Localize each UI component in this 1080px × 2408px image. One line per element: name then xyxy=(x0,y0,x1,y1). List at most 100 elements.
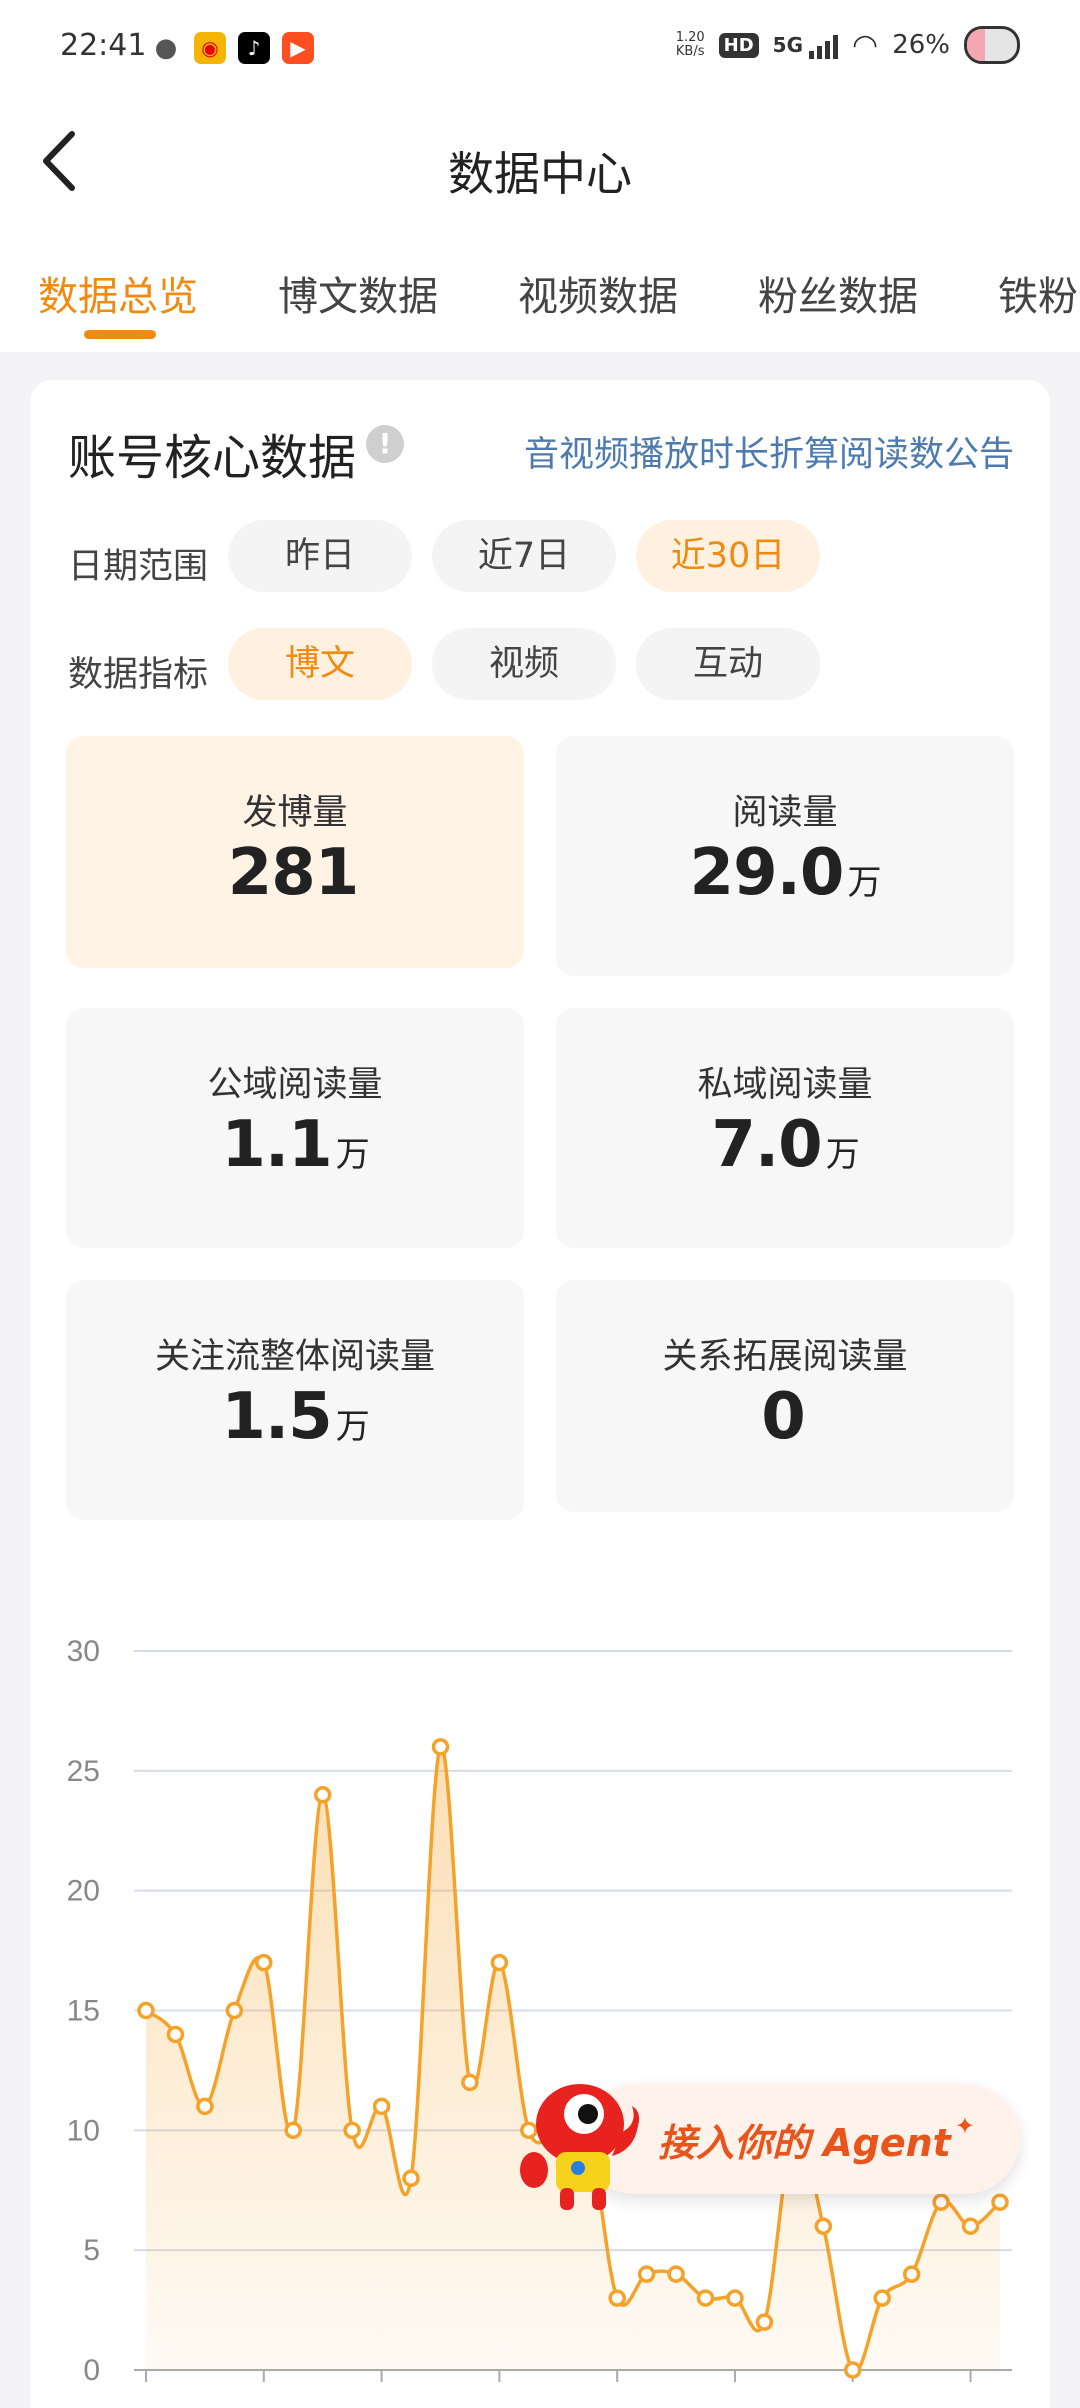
data-point xyxy=(372,2097,391,2116)
stat-unit: 万 xyxy=(847,863,881,903)
network-speed: 1.20 KB/s xyxy=(676,31,705,59)
trend-chart-svg: 0 5 10 15 20 25 30 xyxy=(67,1635,1012,2387)
date-7days-option[interactable]: 近7日 xyxy=(432,520,616,592)
data-point xyxy=(726,2289,744,2307)
mascot-icon xyxy=(520,2084,640,2210)
stat-number: 29.0 xyxy=(689,836,845,910)
data-point xyxy=(461,2073,479,2092)
data-point xyxy=(667,2265,685,2283)
stat-label: 关注流整体阅读量 xyxy=(154,1337,435,1377)
y-tick-label: 20 xyxy=(67,1875,100,1908)
data-point xyxy=(255,1953,273,1972)
app-header: 数据中心 xyxy=(0,100,1080,230)
stat-label: 阅读量 xyxy=(732,793,838,833)
kuaishou-icon: ▶ xyxy=(282,32,314,64)
data-point xyxy=(755,2313,774,2331)
page-title: 数据中心 xyxy=(448,147,632,201)
data-point xyxy=(873,2289,891,2307)
sparkle-icon: ✦ xyxy=(954,2112,975,2140)
tiktok-icon: ♪ xyxy=(238,32,270,64)
data-point xyxy=(814,2217,833,2235)
network-speed-unit: KB/s xyxy=(675,44,705,59)
data-point xyxy=(196,2097,214,2116)
stat-value: 1.1 万 xyxy=(66,1108,524,1182)
tab-overview[interactable]: 数据总览 xyxy=(38,264,198,322)
network-speed-value: 1.20 xyxy=(675,30,705,45)
stat-unit: 万 xyxy=(825,1135,860,1175)
series-area xyxy=(146,1746,1000,2372)
stat-number: 1.5 xyxy=(221,1380,332,1454)
stat-tile-relation-reads[interactable]: 关系拓展阅读量 0 xyxy=(556,1280,1014,1512)
stat-label: 发博量 xyxy=(242,793,348,833)
battery-level: 26% xyxy=(892,30,950,60)
data-point xyxy=(961,2217,980,2235)
stat-number: 7.0 xyxy=(711,1108,822,1182)
notification-icons: ● ◉ ♪ ▶ xyxy=(150,32,314,64)
info-icon[interactable]: ! xyxy=(366,425,404,463)
stat-tile-reads[interactable]: 阅读量 29.0 万 xyxy=(556,736,1014,976)
data-point xyxy=(402,2169,420,2188)
card-title: 账号核心数据 xyxy=(68,430,357,486)
wifi-icon: ◠ xyxy=(852,27,879,63)
date-range-label: 日期范围 xyxy=(68,547,209,587)
stat-value: 29.0 万 xyxy=(556,836,1014,910)
signal-icon xyxy=(809,31,839,59)
stat-tile-private-reads[interactable]: 私域阅读量 7.0 万 xyxy=(556,1008,1014,1248)
stat-label: 私域阅读量 xyxy=(697,1065,873,1105)
stat-unit: 万 xyxy=(335,1135,370,1175)
data-point xyxy=(313,1786,332,1804)
stat-value: 281 xyxy=(66,836,524,910)
stat-label: 公域阅读量 xyxy=(207,1065,383,1105)
y-tick-label: 15 xyxy=(67,1995,100,2028)
data-point xyxy=(343,2121,361,2140)
data-point xyxy=(637,2265,656,2283)
metric-posts-option[interactable]: 博文 xyxy=(228,628,412,700)
data-point xyxy=(137,2001,155,2020)
playback-notice-link[interactable]: 音视频播放时长折算阅读数公告 xyxy=(524,426,1014,477)
date-yesterday-option[interactable]: 昨日 xyxy=(228,520,412,592)
y-tick-label: 5 xyxy=(83,2234,100,2267)
battery-icon xyxy=(964,26,1020,64)
y-tick-label: 30 xyxy=(67,1635,100,1668)
stat-number: 0 xyxy=(761,1380,806,1454)
data-point xyxy=(490,1953,509,1972)
y-tick-label: 10 xyxy=(67,2114,100,2147)
tab-iron-fans[interactable]: 铁粉数据 xyxy=(998,264,1080,322)
stat-tile-posts[interactable]: 发博量 281 xyxy=(66,736,524,968)
wechat-icon: ● xyxy=(150,32,182,64)
data-point xyxy=(166,2025,185,2044)
trend-chart: 0 5 10 15 20 25 30 xyxy=(30,1590,1050,2408)
tab-posts[interactable]: 博文数据 xyxy=(278,264,438,322)
agent-label-text: 接入你的 Agent xyxy=(658,2121,951,2165)
tab-bar: 数据总览 博文数据 视频数据 粉丝数据 铁粉数据 xyxy=(0,250,1080,350)
stat-number: 1.1 xyxy=(221,1108,332,1182)
stat-number: 281 xyxy=(227,836,360,910)
hd-icon: HD xyxy=(718,32,759,58)
tab-fans[interactable]: 粉丝数据 xyxy=(758,264,918,322)
tab-indicator xyxy=(84,330,156,339)
stat-value: 1.5 万 xyxy=(66,1380,524,1454)
data-point xyxy=(844,2361,862,2379)
network-type: 5G xyxy=(772,33,804,57)
stat-label: 关系拓展阅读量 xyxy=(662,1337,908,1377)
stat-unit: 万 xyxy=(335,1407,370,1447)
metric-label: 数据指标 xyxy=(68,655,209,695)
data-point xyxy=(902,2265,921,2283)
y-tick-label: 0 xyxy=(83,2354,100,2387)
y-tick-label: 25 xyxy=(67,1755,100,1788)
date-30days-option[interactable]: 近30日 xyxy=(636,520,820,592)
agent-entry-button[interactable]: 接入你的 Agent ✦ xyxy=(520,2066,1020,2216)
data-point xyxy=(608,2289,626,2307)
stat-tile-public-reads[interactable]: 公域阅读量 1.1 万 xyxy=(66,1008,524,1248)
data-point xyxy=(431,1738,450,1756)
tab-videos[interactable]: 视频数据 xyxy=(518,264,678,322)
agent-label: 接入你的 Agent ✦ xyxy=(658,2112,975,2167)
weibo-icon: ◉ xyxy=(194,32,226,64)
metric-videos-option[interactable]: 视频 xyxy=(432,628,616,700)
metric-interactions-option[interactable]: 互动 xyxy=(636,628,820,700)
stat-value: 7.0 万 xyxy=(556,1108,1014,1182)
stat-tile-follow-feed-reads[interactable]: 关注流整体阅读量 1.5 万 xyxy=(66,1280,524,1520)
data-point xyxy=(284,2121,302,2140)
data-point xyxy=(225,2001,244,2020)
data-point xyxy=(696,2289,715,2307)
